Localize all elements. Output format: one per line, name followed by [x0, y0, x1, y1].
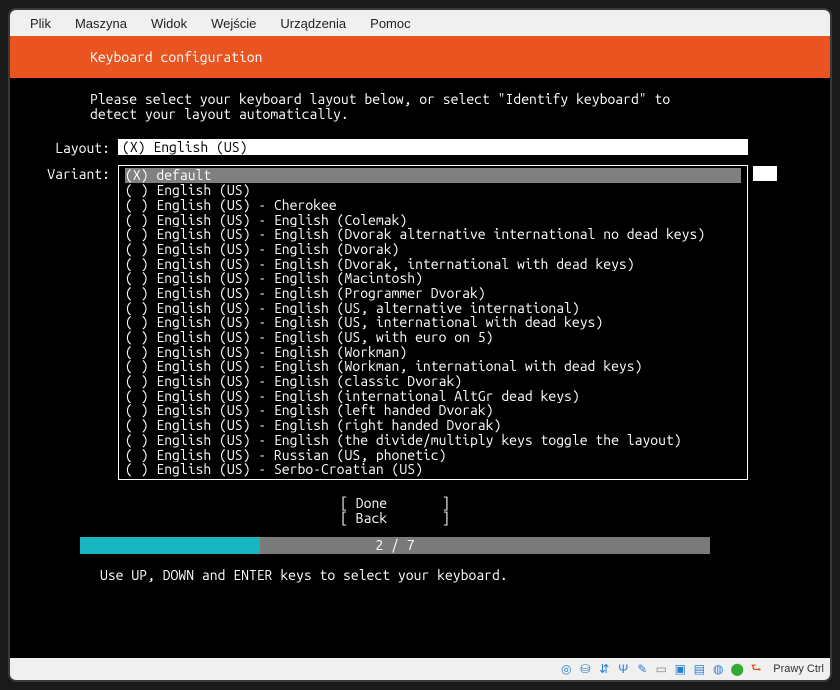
done-button[interactable]: [ Done ]: [340, 496, 450, 511]
variant-option[interactable]: ( ) English (US) - English (Workman, int…: [125, 359, 741, 374]
progress-bar: 2 / 7: [80, 537, 710, 554]
variant-option[interactable]: (X) default: [125, 168, 741, 183]
variant-option[interactable]: ( ) English (US) - English (Colemak): [125, 213, 741, 228]
usb-icon[interactable]: Ψ: [615, 661, 631, 677]
variant-option[interactable]: ( ) English (US) - English (US, with eur…: [125, 330, 741, 345]
variant-option[interactable]: ( ) English (US) - English (Dvorak alter…: [125, 227, 741, 242]
variant-option[interactable]: ( ) English (US) - English (Programmer D…: [125, 286, 741, 301]
variant-option[interactable]: ( ) English (US): [125, 183, 741, 198]
variant-row: Variant: (X) default( ) English (US)( ) …: [40, 165, 750, 479]
key-icon[interactable]: ⮑: [748, 661, 764, 677]
net-icon[interactable]: ⇵: [596, 661, 612, 677]
progress-fill: [80, 537, 260, 554]
cam-icon[interactable]: ▤: [691, 661, 707, 677]
host-key-indicator: Prawy Ctrl: [773, 663, 824, 675]
variant-option[interactable]: ( ) English (US) - English (the divide/m…: [125, 433, 741, 448]
variant-option[interactable]: ( ) English (US) - English (Macintosh): [125, 271, 741, 286]
screen-title-bar: Keyboard configuration: [10, 36, 830, 78]
variant-option[interactable]: ( ) English (US) - English (right handed…: [125, 418, 741, 433]
mouse-icon[interactable]: ⬤: [729, 661, 745, 677]
variant-option[interactable]: ( ) English (US) - Russian (US, phonetic…: [125, 448, 741, 463]
menu-help[interactable]: Pomoc: [360, 13, 420, 34]
variant-option[interactable]: ( ) English (US) - Serbo-Croatian (US): [125, 462, 741, 477]
action-buttons: [ Done ] [ Back ]: [40, 496, 750, 527]
menu-file[interactable]: Plik: [20, 13, 61, 34]
menu-machine[interactable]: Maszyna: [65, 13, 137, 34]
variant-listbox[interactable]: (X) default( ) English (US)( ) English (…: [118, 165, 748, 479]
vm-window: Plik Maszyna Widok Wejście Urządzenia Po…: [8, 8, 832, 682]
back-button[interactable]: [ Back ]: [340, 511, 450, 526]
instruction-text: Please select your keyboard layout below…: [90, 92, 750, 123]
progress-row: 2 / 7: [40, 537, 750, 554]
record-icon[interactable]: ▣: [672, 661, 688, 677]
shared-icon[interactable]: ✎: [634, 661, 650, 677]
variant-option[interactable]: ( ) English (US) - English (Dvorak): [125, 242, 741, 257]
variant-option[interactable]: ( ) English (US) - English (internationa…: [125, 389, 741, 404]
hdd-icon[interactable]: ⛁: [577, 661, 593, 677]
scrollbar-indicator: [753, 166, 777, 181]
variant-option[interactable]: ( ) English (US) - English (Workman): [125, 345, 741, 360]
menu-input[interactable]: Wejście: [201, 13, 266, 34]
variant-label: Variant:: [40, 165, 118, 182]
menu-devices[interactable]: Urządzenia: [270, 13, 356, 34]
variant-option[interactable]: ( ) English (US) - English (left handed …: [125, 403, 741, 418]
variant-option[interactable]: ( ) English (US) - English (US, alternat…: [125, 301, 741, 316]
layout-selector[interactable]: (X) English (US): [118, 139, 748, 156]
disc-icon[interactable]: ◎: [558, 661, 574, 677]
keyboard-hint: Use UP, DOWN and ENTER keys to select yo…: [100, 568, 750, 583]
screen-body: Please select your keyboard layout below…: [10, 78, 830, 658]
display-icon[interactable]: ▭: [653, 661, 669, 677]
mic-icon[interactable]: ◍: [710, 661, 726, 677]
variant-option[interactable]: ( ) English (US) - English (classic Dvor…: [125, 374, 741, 389]
screen-title: Keyboard configuration: [90, 50, 262, 65]
host-menubar: Plik Maszyna Widok Wejście Urządzenia Po…: [10, 10, 830, 36]
layout-label: Layout:: [40, 139, 118, 156]
menu-view[interactable]: Widok: [141, 13, 197, 34]
variant-option[interactable]: ( ) English (US) - English (Dvorak, inte…: [125, 257, 741, 272]
variant-option[interactable]: ( ) English (US) - Cherokee: [125, 198, 741, 213]
host-statusbar: ◎ ⛁ ⇵ Ψ ✎ ▭ ▣ ▤ ◍ ⬤ ⮑ Prawy Ctrl: [10, 658, 830, 680]
layout-row: Layout: (X) English (US): [40, 139, 750, 156]
variant-option[interactable]: ( ) English (US) - English (US, internat…: [125, 315, 741, 330]
progress-text: 2 / 7: [375, 538, 414, 553]
installer-screen: Keyboard configuration Please select you…: [10, 36, 830, 658]
